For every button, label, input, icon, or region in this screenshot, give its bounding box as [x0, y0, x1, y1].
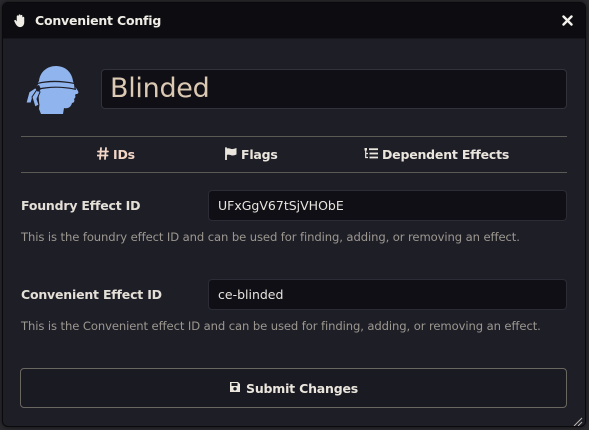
- tab-dependent-effects-label: Dependent Effects: [382, 147, 510, 162]
- list-tree-icon: [364, 147, 382, 163]
- tab-ids-label: IDs: [113, 147, 135, 162]
- tab-dependent-effects[interactable]: Dependent Effects: [364, 147, 509, 163]
- tab-ids[interactable]: IDs: [96, 146, 135, 163]
- convenient-id-label: Convenient Effect ID: [21, 286, 162, 302]
- close-icon[interactable]: [559, 13, 575, 29]
- submit-changes-label: Submit Changes: [246, 380, 358, 396]
- window-titlebar[interactable]: Convenient Config: [3, 3, 585, 39]
- foundry-id-field[interactable]: [208, 189, 567, 221]
- tab-flags-label: Flags: [241, 147, 278, 162]
- tab-bar: IDs Flags Dependent Effects: [21, 136, 567, 173]
- submit-changes-button[interactable]: Submit Changes: [20, 368, 567, 408]
- effect-header: [21, 39, 567, 136]
- foundry-id-hint: This is the foundry effect ID and can be…: [21, 230, 520, 244]
- convenient-id-hint: This is the Convenient effect ID and can…: [21, 319, 541, 333]
- config-window: Convenient Config Blinded IDs Flags Depe…: [2, 2, 586, 427]
- tab-flags[interactable]: Flags: [224, 146, 278, 163]
- hand-icon: [13, 13, 29, 29]
- resize-handle[interactable]: [571, 412, 583, 426]
- save-icon: [229, 381, 246, 396]
- effect-name-input[interactable]: [101, 68, 567, 109]
- flag-icon: [224, 146, 241, 163]
- window-title: Convenient Config: [35, 13, 162, 28]
- foundry-id-label: Foundry Effect ID: [21, 197, 141, 213]
- blindfolded-head-icon[interactable]: [23, 59, 83, 119]
- convenient-id-group: Convenient Effect ID This is the Conveni…: [21, 277, 567, 333]
- convenient-id-field[interactable]: [208, 278, 567, 310]
- hashtag-icon: [96, 146, 113, 163]
- foundry-id-group: Foundry Effect ID This is the foundry ef…: [21, 188, 567, 244]
